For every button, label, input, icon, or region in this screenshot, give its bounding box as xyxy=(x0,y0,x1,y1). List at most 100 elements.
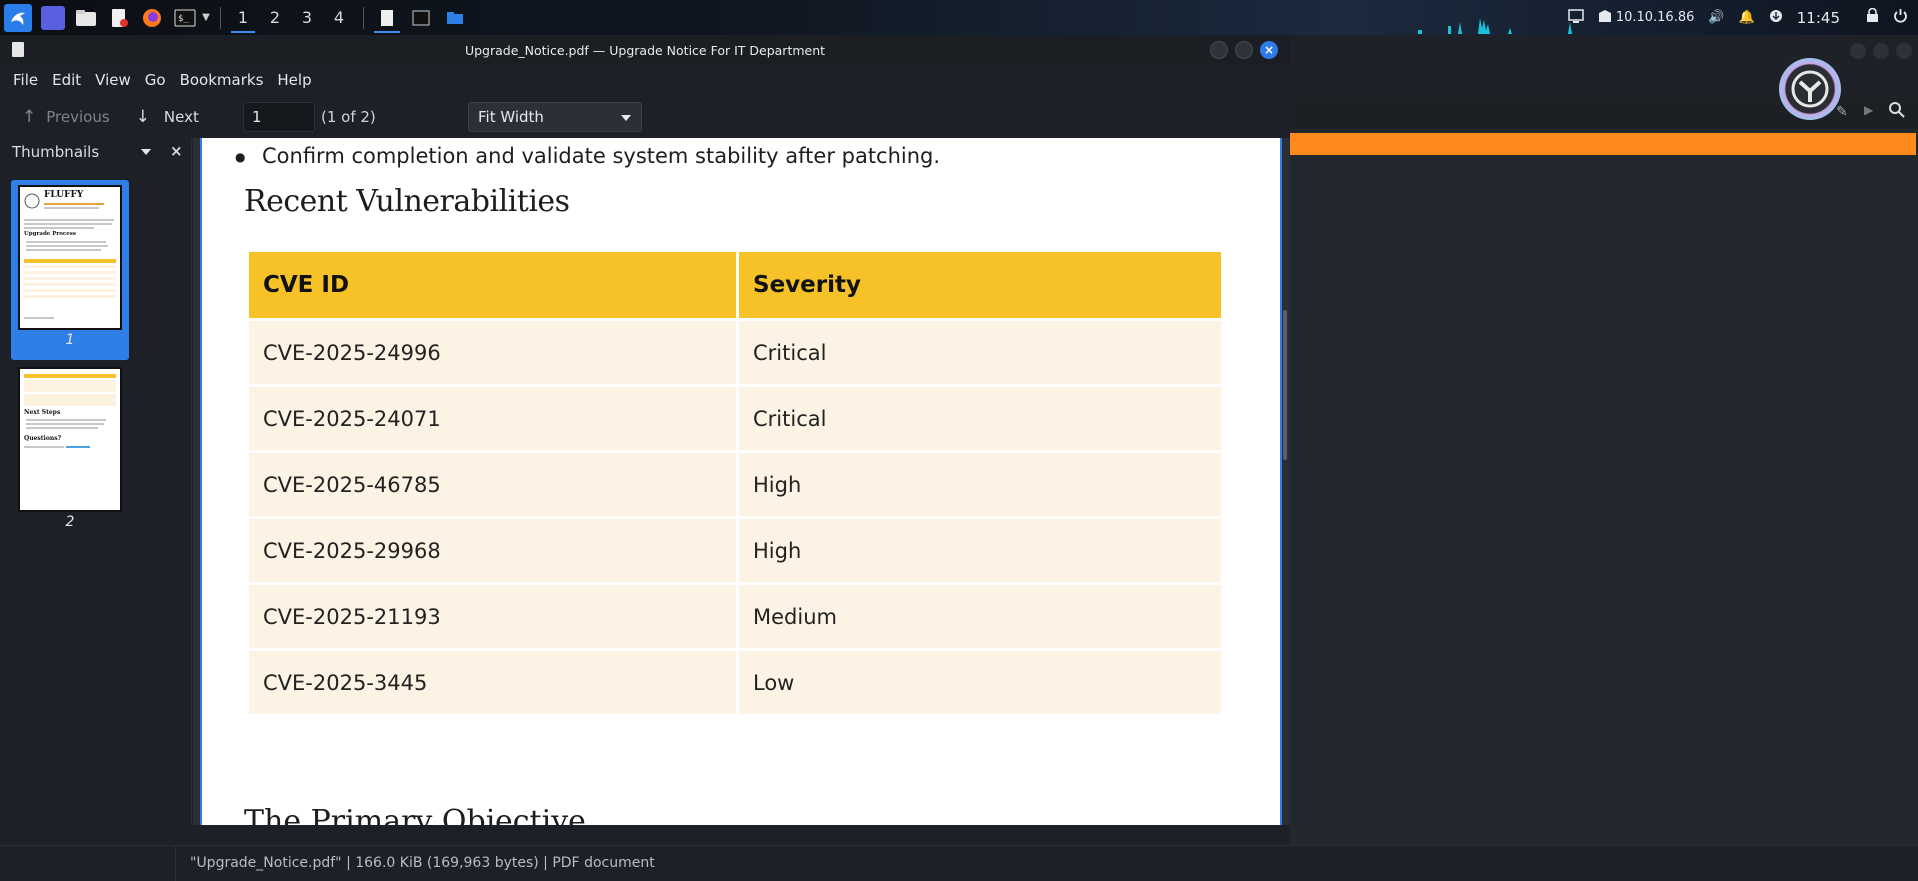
task-terminal[interactable] xyxy=(404,0,438,35)
title-bar[interactable]: Upgrade_Notice.pdf — Upgrade Notice For … xyxy=(0,35,1290,65)
severity-cell: Low xyxy=(739,651,1221,714)
thumbnail-page-1[interactable]: FLUFFY Upgrade Process 1 xyxy=(11,180,129,360)
severity-cell: Critical xyxy=(739,387,1221,450)
pencil-icon[interactable]: ✎ xyxy=(1836,104,1848,120)
task-folder[interactable] xyxy=(438,0,472,35)
maximize-button[interactable] xyxy=(1235,41,1253,59)
severity-cell: Critical xyxy=(739,321,1221,384)
thumbnail-section: Upgrade Process xyxy=(24,231,76,237)
show-desktop-icon[interactable] xyxy=(41,5,65,30)
cve-id-cell: CVE-2025-21193 xyxy=(249,585,736,648)
chevron-right-icon[interactable]: ▶ xyxy=(1864,103,1873,117)
volume-icon[interactable]: 🔊 xyxy=(1708,10,1724,25)
firefox-icon[interactable] xyxy=(140,6,164,30)
column-header: Severity xyxy=(739,252,1221,318)
progress-bar xyxy=(1290,133,1916,155)
thumbnail-section: Questions? xyxy=(24,435,62,442)
terminal-icon[interactable]: $_ xyxy=(173,6,197,30)
page-number-input[interactable]: 1 xyxy=(243,102,315,132)
task-pdf-viewer[interactable] xyxy=(370,0,404,35)
menu-help[interactable]: Help xyxy=(270,71,318,89)
search-icon[interactable] xyxy=(1888,101,1906,123)
menu-bar: File Edit View Go Bookmarks Help xyxy=(0,65,1290,95)
arrow-down-icon: ↓ xyxy=(135,106,150,127)
window-controls: × xyxy=(1210,41,1278,59)
cve-id-cell: CVE-2025-24996 xyxy=(249,321,736,384)
sidebar-title: Thumbnails xyxy=(12,143,100,161)
previous-page-button[interactable]: ↑ Previous xyxy=(12,107,120,127)
updates-icon[interactable] xyxy=(1769,9,1783,27)
thumbnail-page-number: 1 xyxy=(65,332,75,348)
document-icon xyxy=(12,42,24,57)
cve-id-cell: CVE-2025-46785 xyxy=(249,453,736,516)
background-window: ✎ ▶ xyxy=(1290,35,1918,845)
file-info: "Upgrade_Notice.pdf" | 166.0 KiB (169,96… xyxy=(190,855,655,871)
chevron-down-icon[interactable]: ▼ xyxy=(200,6,212,30)
workspace-4[interactable]: 4 xyxy=(323,0,355,35)
workspace-1[interactable]: 1 xyxy=(227,0,259,35)
clock[interactable]: 11:45 xyxy=(1797,9,1840,27)
document-viewport[interactable]: Confirm completion and validate system s… xyxy=(193,138,1290,825)
severity-cell: High xyxy=(739,519,1221,582)
cve-id-cell: CVE-2025-29968 xyxy=(249,519,736,582)
cve-id-cell: CVE-2025-24071 xyxy=(249,387,736,450)
next-page-button[interactable]: ↓ Next xyxy=(126,107,209,127)
table-row: CVE-2025-3445 Low xyxy=(249,651,1221,714)
separator xyxy=(363,6,364,29)
window-title: Upgrade_Notice.pdf — Upgrade Notice For … xyxy=(464,42,826,58)
severity-cell: Medium xyxy=(739,585,1221,648)
lock-icon[interactable] xyxy=(1866,7,1879,27)
table-row: CVE-2025-24996 Critical xyxy=(249,321,1221,384)
menu-view[interactable]: View xyxy=(88,71,138,89)
kali-menu-icon[interactable] xyxy=(4,3,32,32)
chevron-down-icon xyxy=(621,115,631,121)
background-window-controls xyxy=(1850,43,1912,59)
network-graph xyxy=(1418,18,1572,34)
vertical-scrollbar[interactable] xyxy=(1283,310,1287,460)
cve-id-cell: CVE-2025-3445 xyxy=(249,651,736,714)
minimize-button[interactable] xyxy=(1210,41,1228,59)
thumbnail-heading: FLUFFY xyxy=(44,190,84,200)
pdf-viewer-window: Upgrade_Notice.pdf — Upgrade Notice For … xyxy=(0,35,1290,845)
menu-bookmarks[interactable]: Bookmarks xyxy=(173,71,271,89)
page-count: (1 of 2) xyxy=(321,108,376,126)
zoom-value: Fit Width xyxy=(478,108,544,126)
separator xyxy=(220,6,221,29)
close-button[interactable]: × xyxy=(1260,41,1278,59)
menu-file[interactable]: File xyxy=(6,71,45,89)
ip-address: 10.10.16.86 xyxy=(1615,10,1695,25)
workspace-2[interactable]: 2 xyxy=(259,0,291,35)
menu-go[interactable]: Go xyxy=(138,71,173,89)
page-thumbnail-image: Next Steps Questions? xyxy=(18,367,122,512)
display-icon[interactable] xyxy=(1568,8,1584,27)
status-bar: "Upgrade_Notice.pdf" | 166.0 KiB (169,96… xyxy=(0,845,1918,881)
page-thumbnail-image: FLUFFY Upgrade Process xyxy=(18,185,122,330)
table-row: CVE-2025-21193 Medium xyxy=(249,585,1221,648)
navigation-toolbar: ↑ Previous ↓ Next 1 (1 of 2) Fit Width xyxy=(0,95,1290,138)
svg-text:$_: $_ xyxy=(178,14,189,24)
avatar[interactable] xyxy=(1779,58,1841,120)
previous-label: Previous xyxy=(46,107,110,126)
table-row: CVE-2025-24071 Critical xyxy=(249,387,1221,450)
notification-bell-icon[interactable]: 🔔 xyxy=(1739,10,1755,25)
vpn-icon[interactable] xyxy=(1598,9,1612,27)
workspace-3[interactable]: 3 xyxy=(291,0,323,35)
text-editor-icon[interactable] xyxy=(107,6,131,30)
section-heading: Recent Vulnerabilities xyxy=(244,184,570,219)
thumbnail-page-2[interactable]: Next Steps Questions? 2 xyxy=(11,362,129,542)
power-icon[interactable] xyxy=(1893,8,1908,27)
chevron-down-icon[interactable] xyxy=(141,149,151,155)
menu-edit[interactable]: Edit xyxy=(45,71,88,89)
table-row: CVE-2025-46785 High xyxy=(249,453,1221,516)
top-panel: $_ ▼ 1 2 3 4 10.10.16.86 🔊 🔔 11:45 xyxy=(0,0,1918,35)
close-icon[interactable]: × xyxy=(170,142,183,160)
next-section-heading: The Primary Objective xyxy=(244,804,586,825)
zoom-select[interactable]: Fit Width xyxy=(468,102,642,132)
table-header-row: CVE ID Severity xyxy=(249,252,1221,318)
column-header: CVE ID xyxy=(249,252,736,318)
thumbnail-heading: Next Steps xyxy=(24,409,61,416)
file-manager-icon[interactable] xyxy=(74,6,98,30)
thumbnail-page-number: 2 xyxy=(65,514,75,530)
sidebar-header: Thumbnails × xyxy=(0,138,191,166)
pdf-page: Confirm completion and validate system s… xyxy=(200,138,1282,825)
